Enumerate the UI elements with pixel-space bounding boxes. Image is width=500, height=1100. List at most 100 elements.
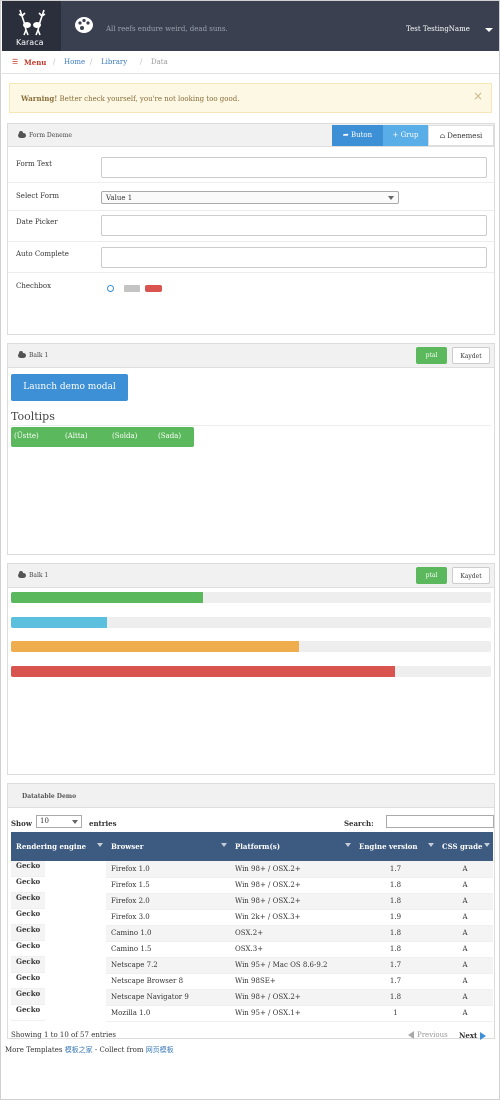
chevron-down-icon[interactable] bbox=[485, 28, 493, 32]
table-cell: A bbox=[437, 893, 493, 910]
table-cell: OSX.2+ bbox=[230, 925, 354, 942]
table-cell: Gecko bbox=[11, 1005, 46, 1021]
divider bbox=[8, 210, 494, 211]
footer: More Templates 模板之家 - Collect from 网页模板 bbox=[5, 1045, 174, 1055]
table-cell: Netscape 7.2 bbox=[106, 957, 230, 974]
launch-modal-button[interactable]: Launch demo modal bbox=[11, 374, 128, 401]
tooltip-top-button[interactable]: (Üstte) bbox=[14, 432, 39, 440]
denemesi-button[interactable]: ⌂ Denemesi bbox=[428, 125, 494, 146]
table-row: Gecko Netscape Browser 8 Win 98SE+ 1.7 A bbox=[11, 973, 493, 990]
table-cell: Win 98SE+ bbox=[230, 973, 354, 990]
cloud-icon bbox=[18, 351, 26, 358]
table-cell: A bbox=[437, 925, 493, 942]
divider bbox=[8, 241, 494, 242]
date-picker-input[interactable] bbox=[101, 215, 487, 236]
alert-strong: Warning! bbox=[21, 94, 58, 103]
panel-title: Form Deneme bbox=[18, 131, 72, 139]
menu-toggle[interactable]: Menu bbox=[24, 58, 46, 67]
buton-button[interactable]: ➦ Buton bbox=[332, 125, 383, 146]
table-cell: Firefox 3.0 bbox=[106, 909, 230, 926]
page-frame: Karaca All reefs endure weird, dead suns… bbox=[0, 0, 500, 1100]
tooltip-right-button[interactable]: (Sada) bbox=[158, 432, 181, 440]
column-header[interactable]: Platform(s) bbox=[230, 832, 354, 861]
table-cell: 1 bbox=[354, 1005, 437, 1022]
divider bbox=[8, 272, 494, 273]
auto-complete-input[interactable] bbox=[101, 247, 487, 268]
warning-alert: Warning! Better check yourself, you're n… bbox=[9, 83, 492, 113]
toggle-red[interactable] bbox=[145, 285, 162, 292]
table-cell: 1.8 bbox=[354, 989, 437, 1006]
logo[interactable]: Karaca bbox=[2, 1, 61, 51]
chevron-left-icon bbox=[408, 1031, 414, 1039]
grup-button[interactable]: + Grup bbox=[383, 125, 428, 146]
cancel-button[interactable]: ptal bbox=[416, 567, 447, 584]
toggle-off[interactable] bbox=[124, 285, 140, 292]
select-form-dropdown[interactable]: Value 1 bbox=[101, 191, 399, 204]
entries-label: entries bbox=[89, 819, 117, 828]
save-button[interactable]: Kaydet bbox=[452, 347, 490, 364]
alert-text: Warning! Better check yourself, you're n… bbox=[21, 94, 239, 103]
tooltip-bottom-button[interactable]: (Altta) bbox=[65, 432, 88, 440]
footer-link-webtemplates[interactable]: 网页模板 bbox=[146, 1046, 174, 1054]
progress-panel: Balk 1 ptal Kaydet bbox=[7, 563, 495, 775]
footer-link-templates[interactable]: 模板之家 bbox=[65, 1046, 93, 1054]
deer-logo-icon bbox=[18, 9, 46, 36]
user-menu[interactable]: Test TestingName bbox=[406, 25, 470, 33]
save-button[interactable]: Kaydet bbox=[452, 567, 490, 584]
panel-header: Balk 1 ptal Kaydet bbox=[8, 564, 494, 588]
breadcrumb-separator: / bbox=[90, 58, 93, 66]
table-cell: Netscape Browser 8 bbox=[106, 973, 230, 990]
datatable-panel: Datatable Demo Show 10 entries Search: R… bbox=[7, 783, 495, 1040]
progress-bar-success bbox=[11, 592, 491, 603]
cloud-icon bbox=[18, 131, 26, 138]
share-icon: ➦ bbox=[342, 131, 351, 139]
sort-icon bbox=[428, 843, 434, 847]
column-header[interactable]: Browser bbox=[106, 832, 230, 861]
search-input[interactable] bbox=[386, 815, 494, 828]
column-header[interactable]: CSS grade bbox=[437, 832, 493, 861]
table-cell: OSX.3+ bbox=[230, 941, 354, 958]
breadcrumb-library[interactable]: Library bbox=[101, 58, 127, 66]
breadcrumb-home[interactable]: Home bbox=[64, 58, 85, 66]
table-cell: Gecko bbox=[11, 925, 46, 941]
tooltip-left-button[interactable]: (Solda) bbox=[112, 432, 137, 440]
palette-icon[interactable] bbox=[74, 15, 94, 35]
close-icon[interactable]: × bbox=[473, 89, 483, 103]
next-page-button[interactable]: Next bbox=[459, 1031, 487, 1040]
panel-title: Balk 1 bbox=[18, 571, 48, 579]
table-cell: Gecko bbox=[11, 909, 46, 925]
menu-icon[interactable]: ☰ bbox=[12, 58, 18, 66]
table-cell: 1.8 bbox=[354, 893, 437, 910]
tooltip-button-group: (Üstte) (Altta) (Solda) (Sada) bbox=[11, 427, 194, 447]
progress-fill bbox=[11, 666, 395, 677]
table-row: Gecko Firefox 3.0 Win 2k+ / OSX.3+ 1.9 A bbox=[11, 909, 493, 926]
cancel-button[interactable]: ptal bbox=[416, 347, 447, 364]
table-row: Gecko Firefox 1.5 Win 98+ / OSX.2+ 1.8 A bbox=[11, 877, 493, 894]
table-cell: 1.8 bbox=[354, 925, 437, 942]
table-cell: Firefox 1.5 bbox=[106, 877, 230, 894]
sort-icon bbox=[97, 843, 103, 847]
table-cell: 1.7 bbox=[354, 861, 437, 878]
progress-bar-warning bbox=[11, 641, 491, 652]
table-cell: Win 98+ / OSX.2+ bbox=[230, 989, 354, 1006]
table-row: Gecko Mozilla 1.0 Win 95+ / OSX.1+ 1 A bbox=[11, 1005, 493, 1022]
date-picker-label: Date Picker bbox=[16, 218, 58, 226]
panel-title: Datatable Demo bbox=[22, 793, 77, 800]
table-cell: A bbox=[437, 1005, 493, 1022]
table-cell: Firefox 1.0 bbox=[106, 861, 230, 878]
table-cell: Gecko bbox=[11, 877, 46, 893]
table-cell: 1.9 bbox=[354, 909, 437, 926]
page-length-select[interactable]: 10 bbox=[36, 815, 82, 828]
radio-toggle[interactable] bbox=[107, 285, 114, 292]
table-cell: 1.8 bbox=[354, 941, 437, 958]
form-text-input[interactable] bbox=[101, 157, 487, 178]
column-header[interactable]: Engine version bbox=[354, 832, 437, 861]
previous-page-button[interactable]: Previous bbox=[408, 1031, 448, 1039]
table-cell: Gecko bbox=[11, 941, 46, 957]
table-cell: A bbox=[437, 941, 493, 958]
panel-title: Balk 1 bbox=[18, 351, 48, 359]
table-cell: Netscape Navigator 9 bbox=[106, 989, 230, 1006]
column-header[interactable]: Rendering engine bbox=[11, 832, 106, 861]
modal-panel: Balk 1 ptal Kaydet Launch demo modal Too… bbox=[7, 343, 495, 555]
divider bbox=[8, 182, 494, 183]
